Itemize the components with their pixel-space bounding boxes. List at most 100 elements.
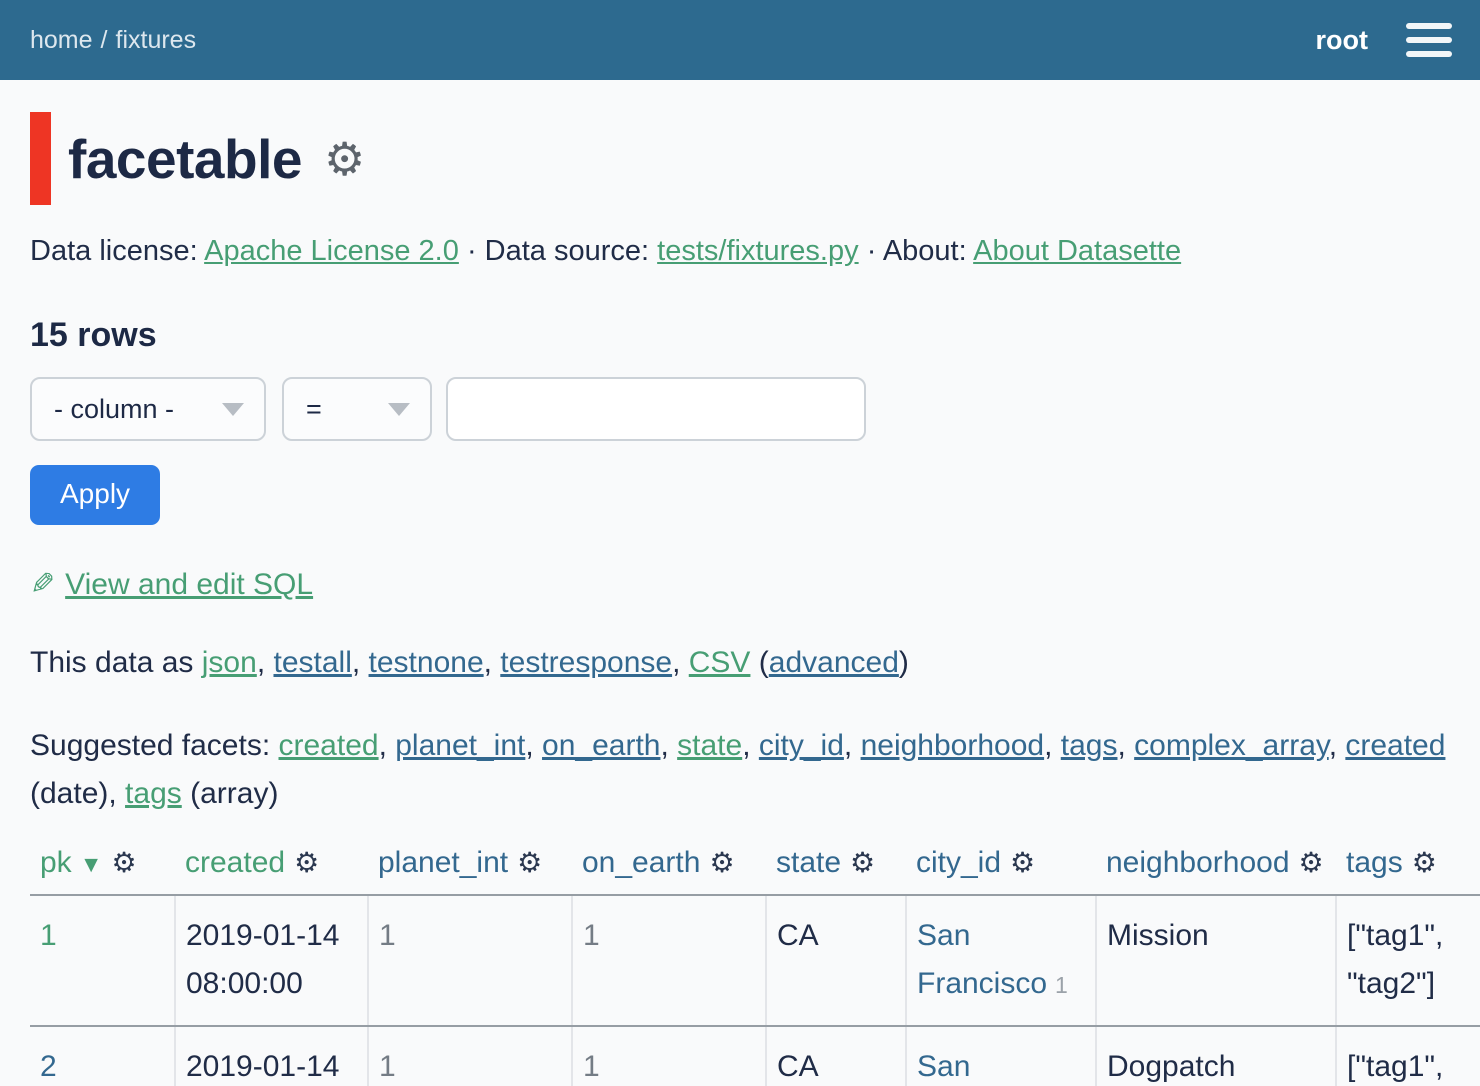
facet-link-state[interactable]: state [677,729,742,762]
facet-link-created[interactable]: created [279,729,379,762]
hamburger-menu-icon[interactable] [1406,23,1452,57]
facet-link-complex-array[interactable]: complex_array [1134,729,1329,762]
column-header-planet-int: planet_int ⚙ [368,840,572,895]
column-header-city-id-link[interactable]: city_id [916,846,1001,879]
license-label: Data license: [30,235,198,267]
hamburger-bar [1406,23,1452,29]
export-prefix: This data as [30,646,202,679]
cell-planet-int: 1 [368,1026,572,1086]
suggested-facets-line: Suggested facets: created, planet_int, o… [30,722,1450,818]
title-accent-bar [30,112,51,205]
filter-operator-select[interactable]: = [282,377,432,441]
table-header-row: pk ▼ ⚙ created ⚙ planet_int ⚙ on_earth ⚙ stat… [30,840,1480,895]
column-gear-icon[interactable]: ⚙ [709,847,734,878]
row-count-heading: 15 rows [30,316,1450,355]
chevron-down-icon [388,403,410,416]
cell-pk: 2 [30,1026,175,1086]
separator: ) [899,646,909,679]
column-gear-icon[interactable]: ⚙ [294,847,319,878]
cell-planet-int: 1 [368,895,572,1026]
city-link[interactable]: San Francisco [917,919,1047,1000]
sort-desc-icon: ▼ [80,851,103,877]
column-gear-icon[interactable]: ⚙ [1412,847,1437,878]
filter-operator-select-value: = [306,394,374,425]
cell-neighborhood: Dogpatch [1096,1026,1336,1086]
column-gear-icon[interactable]: ⚙ [850,847,875,878]
logged-in-user[interactable]: root [1316,25,1368,56]
column-header-state: state ⚙ [766,840,906,895]
export-link-testresponse[interactable]: testresponse [500,646,672,679]
separator: , [742,729,759,762]
cell-tags: ["tag1", "tag3"] [1336,1026,1480,1086]
view-edit-sql-link[interactable]: View and edit SQL [65,568,313,601]
separator: , [844,729,861,762]
export-link-testnone[interactable]: testnone [369,646,484,679]
column-header-tags: tags ⚙ [1336,840,1480,895]
source-link[interactable]: tests/fixtures.py [657,235,858,267]
column-header-planet-int-link[interactable]: planet_int [378,846,508,879]
column-gear-icon[interactable]: ⚙ [1010,847,1035,878]
export-links-line: This data as json, testall, testnone, te… [30,646,1450,680]
export-link-advanced[interactable]: advanced [769,646,899,679]
pk-link[interactable]: 1 [40,919,57,952]
column-header-tags-link[interactable]: tags [1346,846,1403,879]
license-link[interactable]: Apache License 2.0 [204,235,459,267]
separator: , [352,646,369,679]
pk-link[interactable]: 2 [40,1050,57,1083]
column-header-on-earth-link[interactable]: on_earth [582,846,700,879]
apply-button[interactable]: Apply [30,465,160,525]
facet-link-planet-int[interactable]: planet_int [395,729,525,762]
cell-on-earth: 1 [572,895,766,1026]
filter-value-input[interactable] [446,377,866,441]
separator: (date), [30,777,125,810]
cell-on-earth: 1 [572,1026,766,1086]
column-header-created: created ⚙ [175,840,368,895]
table-row: 2 2019-01-14 08:00:00 1 1 CA San Francis… [30,1026,1480,1086]
column-header-created-link[interactable]: created [185,846,285,879]
city-link[interactable]: San Francisco [917,1050,1047,1086]
breadcrumb-home-link[interactable]: home [30,26,93,54]
column-header-neighborhood: neighborhood ⚙ [1096,840,1336,895]
table-row: 1 2019-01-14 08:00:00 1 1 CA San Francis… [30,895,1480,1026]
column-header-pk-link[interactable]: pk [40,846,72,879]
hamburger-bar [1406,37,1452,43]
breadcrumb-separator: / [101,26,108,54]
breadcrumb-fixtures-link[interactable]: fixtures [116,26,197,54]
separator: , [660,729,677,762]
about-label: About: [883,235,967,267]
cell-state: CA [766,1026,906,1086]
separator: , [1329,729,1346,762]
separator: ( [750,646,768,679]
export-link-json[interactable]: json [202,646,257,679]
chevron-down-icon [222,403,244,416]
column-header-neighborhood-link[interactable]: neighborhood [1106,846,1290,879]
facet-link-on-earth[interactable]: on_earth [542,729,660,762]
breadcrumb: home / fixtures [30,26,196,55]
column-gear-icon[interactable]: ⚙ [111,847,136,878]
cell-pk: 1 [30,895,175,1026]
facet-link-neighborhood[interactable]: neighborhood [861,729,1045,762]
facets-prefix: Suggested facets: [30,729,279,762]
cell-neighborhood: Mission [1096,895,1336,1026]
column-header-on-earth: on_earth ⚙ [572,840,766,895]
cell-city-id: San Francisco1 [906,895,1096,1026]
table-settings-gear-icon[interactable]: ⚙ [324,136,365,182]
separator: (array) [182,777,279,810]
export-link-csv[interactable]: CSV [689,646,751,679]
export-link-testall[interactable]: testall [273,646,351,679]
facet-link-tags[interactable]: tags [1061,729,1118,762]
source-label: Data source: [485,235,649,267]
column-gear-icon[interactable]: ⚙ [1299,847,1324,878]
filter-column-select[interactable]: - column - [30,377,266,441]
cell-city-id: San Francisco1 [906,1026,1096,1086]
column-gear-icon[interactable]: ⚙ [517,847,542,878]
facet-link-tags-array[interactable]: tags [125,777,182,810]
separator: , [525,729,542,762]
column-header-state-link[interactable]: state [776,846,841,879]
about-link[interactable]: About Datasette [973,235,1181,267]
facet-link-city-id[interactable]: city_id [759,729,844,762]
top-navigation-bar: home / fixtures root [0,0,1480,80]
meta-dot: · [867,235,877,267]
filter-column-select-value: - column - [54,394,208,425]
facet-link-created-date[interactable]: created [1345,729,1445,762]
